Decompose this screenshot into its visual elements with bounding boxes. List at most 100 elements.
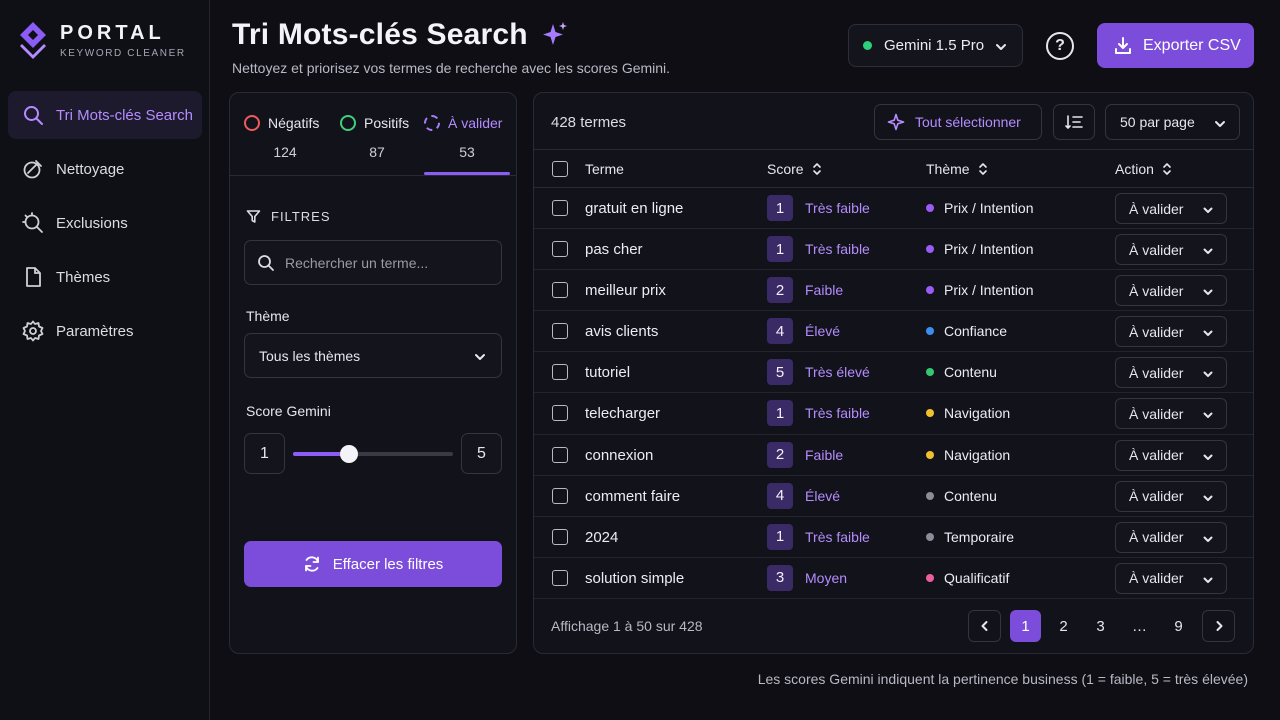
chevron-down-icon: [1202, 451, 1214, 463]
help-button[interactable]: ?: [1046, 32, 1074, 60]
score-badge: 4: [767, 482, 793, 509]
theme-dot: [926, 286, 934, 295]
row-checkbox[interactable]: [552, 528, 568, 545]
brand-subtitle: KEYWORD CLEANER: [60, 47, 186, 59]
action-select[interactable]: À valider: [1115, 439, 1227, 471]
search-field[interactable]: [244, 240, 502, 285]
sort-list-icon: [1065, 114, 1083, 130]
score-slider-handle[interactable]: [340, 445, 358, 463]
search-input[interactable]: [285, 254, 485, 271]
table-row[interactable]: tutoriel 5 Très élevé Contenu À valider: [534, 352, 1253, 394]
column-header-theme[interactable]: Thème: [926, 161, 988, 177]
row-checkbox[interactable]: [552, 323, 568, 340]
score-slider[interactable]: [293, 445, 453, 463]
chevron-down-icon: [1202, 533, 1214, 545]
brand[interactable]: PORTAL KEYWORD CLEANER: [18, 20, 186, 60]
table-row[interactable]: avis clients 4 Élevé Confiance À valider: [534, 311, 1253, 353]
clear-filters-button[interactable]: Effacer les filtres: [244, 541, 502, 587]
action-select[interactable]: À valider: [1115, 193, 1227, 224]
sort-arrows-icon: [978, 162, 988, 176]
action-select[interactable]: À valider: [1115, 357, 1227, 389]
terms-table-panel: 428 termes Tout sélectionner 50 par page…: [533, 92, 1254, 654]
model-select[interactable]: Gemini 1.5 Pro: [848, 24, 1023, 67]
theme-label: Contenu: [944, 487, 997, 504]
theme-cell: Navigation: [926, 405, 1010, 421]
sidebar-item-parametres[interactable]: Paramètres: [8, 307, 202, 355]
table-row[interactable]: solution simple 3 Moyen Qualificatif À v…: [534, 558, 1253, 599]
theme-label: Navigation: [944, 405, 1011, 422]
sidebar-item-tri-mots-cles[interactable]: Tri Mots-clés Search: [8, 91, 202, 139]
sort-button[interactable]: [1053, 104, 1095, 140]
score-badge: 1: [767, 236, 793, 263]
theme-cell: Confiance: [926, 323, 1007, 339]
brand-name: PORTAL: [60, 21, 165, 44]
theme-cell: Temporaire: [926, 529, 1014, 545]
action-value: À valider: [1129, 323, 1184, 340]
chevron-right-icon: [1213, 620, 1225, 632]
theme-dot: [926, 491, 934, 500]
pagination-page-9[interactable]: 9: [1163, 610, 1194, 642]
score-label: Très élevé: [805, 364, 870, 381]
row-checkbox[interactable]: [552, 364, 568, 381]
theme-dot: [926, 368, 934, 377]
column-header-score[interactable]: Score: [767, 161, 822, 177]
row-checkbox[interactable]: [552, 487, 568, 504]
tab-negatifs[interactable]: Négatifs 124: [244, 115, 326, 160]
row-checkbox[interactable]: [552, 569, 568, 586]
action-value: À valider: [1129, 282, 1184, 299]
pagination-page-1[interactable]: 1: [1010, 610, 1041, 642]
score-min-input[interactable]: 1: [244, 433, 285, 474]
theme-cell: Contenu: [926, 364, 997, 380]
table-row[interactable]: connexion 2 Faible Navigation À valider: [534, 435, 1253, 476]
circle-icon: [244, 115, 260, 131]
action-select[interactable]: À valider: [1115, 562, 1227, 594]
table-row[interactable]: comment faire 4 Élevé Contenu À valider: [534, 476, 1253, 517]
score-label: Élevé: [805, 487, 841, 504]
per-page-select[interactable]: 50 par page: [1105, 104, 1240, 140]
sidebar-item-exclusions[interactable]: Exclusions: [8, 199, 202, 247]
theme-select[interactable]: Tous les thèmes: [244, 333, 502, 378]
table-row[interactable]: pas cher 1 Très faible Prix / Intention …: [534, 229, 1253, 271]
pagination-page-2[interactable]: 2: [1048, 610, 1079, 642]
theme-dot: [926, 409, 934, 418]
row-checkbox[interactable]: [552, 446, 568, 463]
sidebar-item-themes[interactable]: Thèmes: [8, 253, 202, 301]
sidebar-item-nettoyage[interactable]: Nettoyage: [8, 145, 202, 193]
row-checkbox[interactable]: [552, 405, 568, 422]
table-row[interactable]: telecharger 1 Très faible Navigation À v…: [534, 393, 1253, 435]
score-label: Moyen: [805, 569, 848, 586]
theme-dot: [926, 204, 934, 212]
score-badge: 2: [767, 441, 793, 468]
action-select[interactable]: À valider: [1115, 316, 1227, 348]
sparkle-icon: [887, 113, 905, 131]
table-row[interactable]: meilleur prix 2 Faible Prix / Intention …: [534, 270, 1253, 312]
tab-a-valider[interactable]: À valider 53: [424, 115, 510, 160]
select-all-button[interactable]: Tout sélectionner: [874, 104, 1042, 140]
table-row[interactable]: gratuit en ligne 1 Très faible Prix / In…: [534, 188, 1253, 230]
row-checkbox[interactable]: [552, 241, 568, 258]
pagination-page-3[interactable]: 3: [1085, 610, 1116, 642]
action-select[interactable]: À valider: [1115, 234, 1227, 266]
action-select[interactable]: À valider: [1115, 480, 1227, 512]
row-checkbox[interactable]: [552, 282, 568, 299]
column-header-action[interactable]: Action: [1115, 161, 1172, 177]
theme-label: Confiance: [944, 323, 1008, 340]
select-all-checkbox[interactable]: [552, 161, 568, 177]
export-csv-button[interactable]: Exporter CSV: [1097, 23, 1254, 68]
column-header-term[interactable]: Terme: [585, 161, 624, 177]
theme-cell: Prix / Intention: [926, 282, 1034, 298]
action-select[interactable]: À valider: [1115, 521, 1227, 553]
term-cell: gratuit en ligne: [585, 200, 684, 217]
tab-positifs[interactable]: Positifs 87: [340, 115, 414, 160]
action-select[interactable]: À valider: [1115, 275, 1227, 307]
pagination-next-button[interactable]: [1202, 610, 1235, 642]
row-checkbox[interactable]: [552, 200, 568, 216]
action-select[interactable]: À valider: [1115, 398, 1227, 430]
term-cell: solution simple: [585, 569, 685, 587]
download-icon: [1113, 36, 1133, 56]
pagination-prev-button[interactable]: [968, 610, 1001, 642]
score-max-input[interactable]: 5: [461, 433, 502, 474]
export-csv-label: Exporter CSV: [1143, 36, 1241, 54]
table-row[interactable]: 2024 1 Très faible Temporaire À valider: [534, 517, 1253, 558]
sort-arrows-icon: [812, 162, 822, 176]
